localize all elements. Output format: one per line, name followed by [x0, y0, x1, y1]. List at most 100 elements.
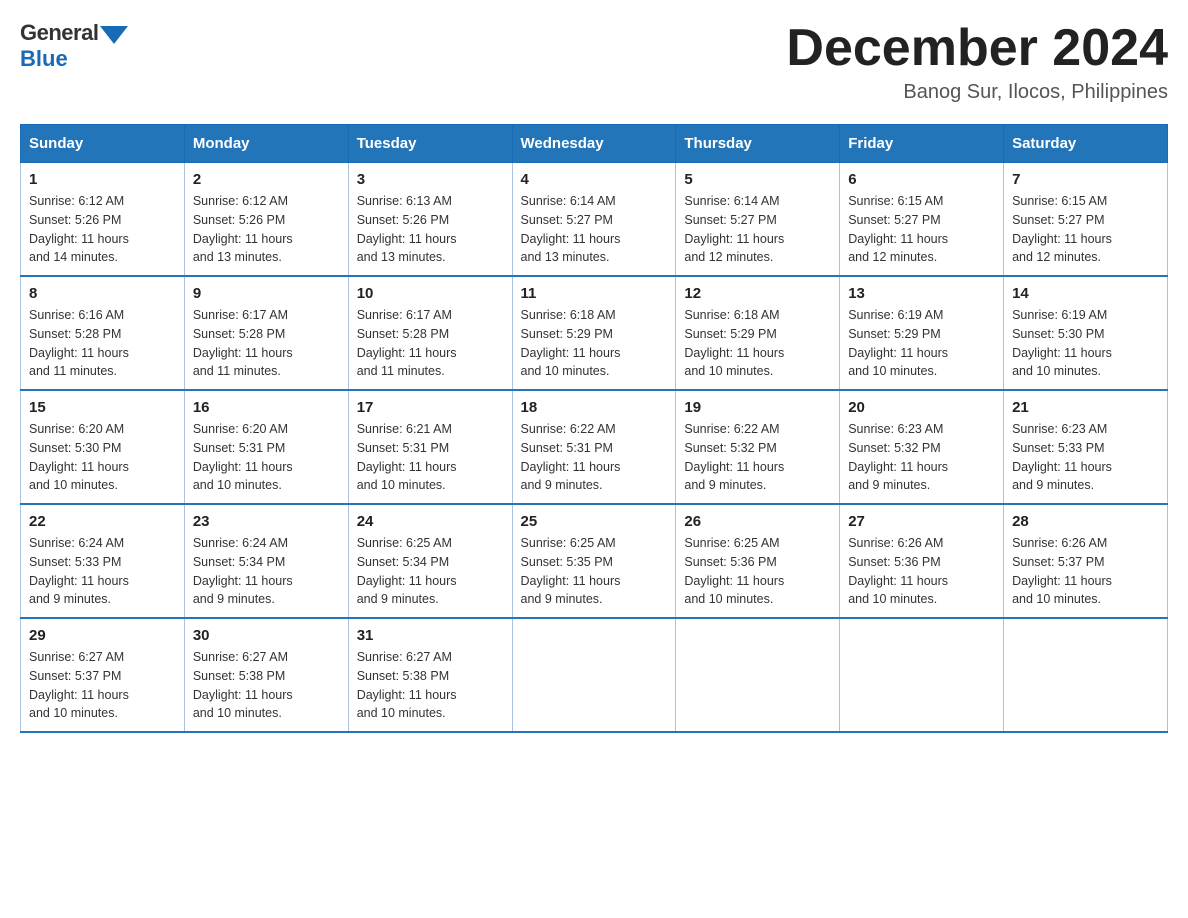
- calendar-cell: 25 Sunrise: 6:25 AMSunset: 5:35 PMDayligh…: [512, 504, 676, 618]
- day-info: Sunrise: 6:20 AMSunset: 5:31 PMDaylight:…: [193, 420, 340, 495]
- day-number: 2: [193, 171, 340, 188]
- day-number: 23: [193, 513, 340, 530]
- calendar-cell: 16 Sunrise: 6:20 AMSunset: 5:31 PMDayligh…: [184, 390, 348, 504]
- calendar-cell: 6 Sunrise: 6:15 AMSunset: 5:27 PMDaylight…: [840, 163, 1004, 277]
- calendar-cell: 2Sunrise: 6:12 AMSunset: 5:26 PMDaylight…: [184, 163, 348, 277]
- day-number: 29: [29, 627, 176, 644]
- calendar-cell: 18 Sunrise: 6:22 AMSunset: 5:31 PMDayligh…: [512, 390, 676, 504]
- day-info: Sunrise: 6:22 AMSunset: 5:32 PMDaylight:…: [684, 420, 831, 495]
- calendar-cell: 9Sunrise: 6:17 AMSunset: 5:28 PMDaylight…: [184, 276, 348, 390]
- calendar-cell: 22 Sunrise: 6:24 AMSunset: 5:33 PMDayligh…: [21, 504, 185, 618]
- day-header-sunday: Sunday: [21, 125, 185, 163]
- day-number: 20: [848, 399, 995, 416]
- day-number: 12: [684, 285, 831, 302]
- day-info: Sunrise: 6:25 AMSunset: 5:36 PMDaylight:…: [684, 534, 831, 609]
- day-info: Sunrise: 6:18 AMSunset: 5:29 PMDaylight:…: [521, 306, 668, 381]
- calendar-cell: 21 Sunrise: 6:23 AMSunset: 5:33 PMDayligh…: [1004, 390, 1168, 504]
- day-info: Sunrise: 6:25 AMSunset: 5:35 PMDaylight:…: [521, 534, 668, 609]
- calendar-table: SundayMondayTuesdayWednesdayThursdayFrid…: [20, 124, 1168, 733]
- calendar-cell: 17 Sunrise: 6:21 AMSunset: 5:31 PMDayligh…: [348, 390, 512, 504]
- day-header-thursday: Thursday: [676, 125, 840, 163]
- day-info: Sunrise: 6:23 AMSunset: 5:32 PMDaylight:…: [848, 420, 995, 495]
- logo-general-text: General: [20, 20, 98, 46]
- day-number: 31: [357, 627, 504, 644]
- day-number: 6: [848, 171, 995, 188]
- day-info: Sunrise: 6:22 AMSunset: 5:31 PMDaylight:…: [521, 420, 668, 495]
- calendar-cell: 15 Sunrise: 6:20 AMSunset: 5:30 PMDayligh…: [21, 390, 185, 504]
- calendar-cell: 12 Sunrise: 6:18 AMSunset: 5:29 PMDayligh…: [676, 276, 840, 390]
- day-info: Sunrise: 6:15 AMSunset: 5:27 PMDaylight:…: [848, 192, 995, 267]
- calendar-cell: 29 Sunrise: 6:27 AMSunset: 5:37 PMDayligh…: [21, 618, 185, 732]
- calendar-cell: 7Sunrise: 6:15 AMSunset: 5:27 PMDaylight…: [1004, 163, 1168, 277]
- calendar-cell: 1 Sunrise: 6:12 AMSunset: 5:26 PMDaylight…: [21, 163, 185, 277]
- day-number: 16: [193, 399, 340, 416]
- day-number: 25: [521, 513, 668, 530]
- page-header: General Blue December 2024 Banog Sur, Il…: [20, 20, 1168, 104]
- day-number: 26: [684, 513, 831, 530]
- calendar-cell: [676, 618, 840, 732]
- day-info: Sunrise: 6:19 AMSunset: 5:29 PMDaylight:…: [848, 306, 995, 381]
- logo-blue-text: Blue: [20, 46, 68, 72]
- day-headers-row: SundayMondayTuesdayWednesdayThursdayFrid…: [21, 125, 1168, 163]
- calendar-cell: 20 Sunrise: 6:23 AMSunset: 5:32 PMDayligh…: [840, 390, 1004, 504]
- day-info: Sunrise: 6:20 AMSunset: 5:30 PMDaylight:…: [29, 420, 176, 495]
- calendar-cell: 11 Sunrise: 6:18 AMSunset: 5:29 PMDayligh…: [512, 276, 676, 390]
- calendar-cell: 19Sunrise: 6:22 AMSunset: 5:32 PMDayligh…: [676, 390, 840, 504]
- day-number: 18: [521, 399, 668, 416]
- day-info: Sunrise: 6:13 AMSunset: 5:26 PMDaylight:…: [357, 192, 504, 267]
- day-number: 22: [29, 513, 176, 530]
- calendar-cell: [512, 618, 676, 732]
- calendar-cell: 26 Sunrise: 6:25 AMSunset: 5:36 PMDayligh…: [676, 504, 840, 618]
- subtitle: Banog Sur, Ilocos, Philippines: [786, 81, 1168, 104]
- calendar-cell: 28 Sunrise: 6:26 AMSunset: 5:37 PMDayligh…: [1004, 504, 1168, 618]
- day-info: Sunrise: 6:26 AMSunset: 5:37 PMDaylight:…: [1012, 534, 1159, 609]
- day-info: Sunrise: 6:27 AMSunset: 5:38 PMDaylight:…: [357, 648, 504, 723]
- calendar-cell: 24Sunrise: 6:25 AMSunset: 5:34 PMDayligh…: [348, 504, 512, 618]
- day-number: 15: [29, 399, 176, 416]
- calendar-cell: [1004, 618, 1168, 732]
- calendar-cell: 27Sunrise: 6:26 AMSunset: 5:36 PMDayligh…: [840, 504, 1004, 618]
- calendar-week-4: 22 Sunrise: 6:24 AMSunset: 5:33 PMDayligh…: [21, 504, 1168, 618]
- day-info: Sunrise: 6:14 AMSunset: 5:27 PMDaylight:…: [521, 192, 668, 267]
- day-number: 27: [848, 513, 995, 530]
- logo-triangle-icon: [100, 26, 128, 44]
- day-number: 10: [357, 285, 504, 302]
- day-number: 4: [521, 171, 668, 188]
- day-number: 28: [1012, 513, 1159, 530]
- day-number: 8: [29, 285, 176, 302]
- day-header-wednesday: Wednesday: [512, 125, 676, 163]
- day-number: 13: [848, 285, 995, 302]
- day-number: 11: [521, 285, 668, 302]
- day-header-tuesday: Tuesday: [348, 125, 512, 163]
- day-number: 1: [29, 171, 176, 188]
- day-number: 30: [193, 627, 340, 644]
- calendar-cell: 23 Sunrise: 6:24 AMSunset: 5:34 PMDayligh…: [184, 504, 348, 618]
- day-header-friday: Friday: [840, 125, 1004, 163]
- day-info: Sunrise: 6:18 AMSunset: 5:29 PMDaylight:…: [684, 306, 831, 381]
- day-info: Sunrise: 6:21 AMSunset: 5:31 PMDaylight:…: [357, 420, 504, 495]
- calendar-cell: 4 Sunrise: 6:14 AMSunset: 5:27 PMDaylight…: [512, 163, 676, 277]
- day-info: Sunrise: 6:19 AMSunset: 5:30 PMDaylight:…: [1012, 306, 1159, 381]
- day-info: Sunrise: 6:17 AMSunset: 5:28 PMDaylight:…: [357, 306, 504, 381]
- calendar-cell: 10 Sunrise: 6:17 AMSunset: 5:28 PMDayligh…: [348, 276, 512, 390]
- day-header-saturday: Saturday: [1004, 125, 1168, 163]
- day-number: 17: [357, 399, 504, 416]
- calendar-cell: [840, 618, 1004, 732]
- calendar-cell: 31 Sunrise: 6:27 AMSunset: 5:38 PMDayligh…: [348, 618, 512, 732]
- title-section: December 2024 Banog Sur, Ilocos, Philipp…: [786, 20, 1168, 104]
- day-info: Sunrise: 6:27 AMSunset: 5:37 PMDaylight:…: [29, 648, 176, 723]
- day-info: Sunrise: 6:14 AMSunset: 5:27 PMDaylight:…: [684, 192, 831, 267]
- calendar-cell: 30Sunrise: 6:27 AMSunset: 5:38 PMDayligh…: [184, 618, 348, 732]
- calendar-cell: 8Sunrise: 6:16 AMSunset: 5:28 PMDaylight…: [21, 276, 185, 390]
- calendar-cell: 13 Sunrise: 6:19 AMSunset: 5:29 PMDayligh…: [840, 276, 1004, 390]
- day-info: Sunrise: 6:25 AMSunset: 5:34 PMDaylight:…: [357, 534, 504, 609]
- day-info: Sunrise: 6:24 AMSunset: 5:33 PMDaylight:…: [29, 534, 176, 609]
- day-info: Sunrise: 6:24 AMSunset: 5:34 PMDaylight:…: [193, 534, 340, 609]
- calendar-cell: 5 Sunrise: 6:14 AMSunset: 5:27 PMDaylight…: [676, 163, 840, 277]
- day-number: 5: [684, 171, 831, 188]
- day-info: Sunrise: 6:23 AMSunset: 5:33 PMDaylight:…: [1012, 420, 1159, 495]
- main-title: December 2024: [786, 20, 1168, 77]
- day-number: 21: [1012, 399, 1159, 416]
- day-info: Sunrise: 6:12 AMSunset: 5:26 PMDaylight:…: [29, 192, 176, 267]
- calendar-week-5: 29 Sunrise: 6:27 AMSunset: 5:37 PMDayligh…: [21, 618, 1168, 732]
